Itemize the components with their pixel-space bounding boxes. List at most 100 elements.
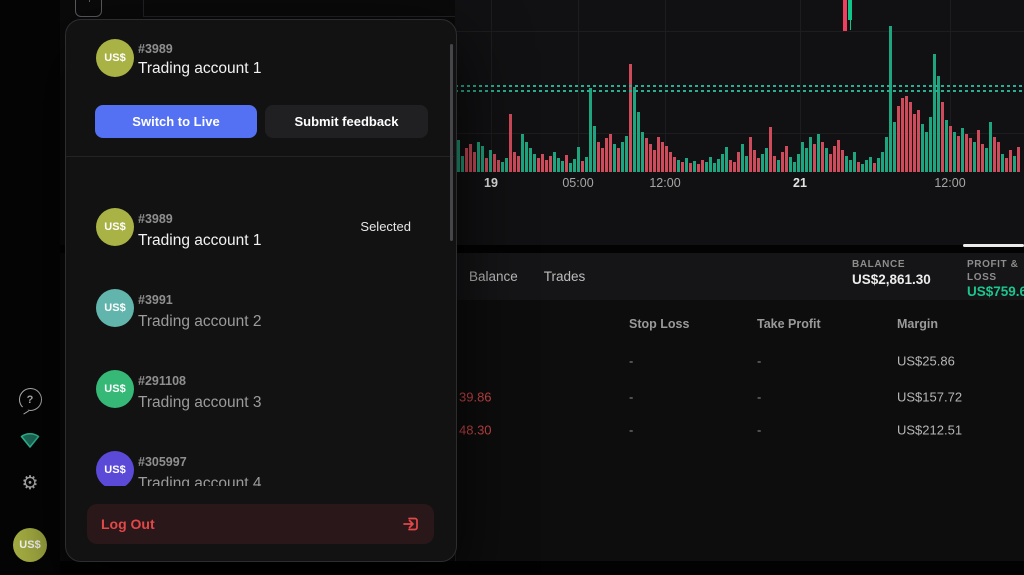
volume-bar (773, 156, 776, 172)
volume-bar (977, 130, 980, 172)
volume-bar (561, 161, 564, 172)
profit-loss-label: PROFIT & LOSS (967, 259, 1024, 284)
volume-bar (461, 156, 464, 172)
volume-bar (685, 158, 688, 172)
table-cell: - (757, 423, 761, 438)
account-avatar: US$ (96, 39, 134, 77)
footer-bar (0, 561, 1024, 575)
volume-bar (945, 120, 948, 172)
volume-bar (833, 146, 836, 172)
volume-bar (749, 137, 752, 172)
volume-bar (609, 134, 612, 172)
volume-bar (493, 154, 496, 172)
price-dotted-line (455, 90, 1024, 92)
price-dotted-line (455, 85, 1024, 87)
volume-bar (513, 152, 516, 172)
volume-bar (701, 160, 704, 172)
table-cell: US$212.51 (897, 423, 962, 438)
volume-bar (733, 162, 736, 172)
account-list-item[interactable]: US$#291108Trading account 3 (66, 349, 454, 430)
volume-bar (1009, 150, 1012, 172)
selected-badge: Selected (360, 219, 411, 234)
volume-bar (633, 87, 636, 172)
settings-icon[interactable]: ⚙ (0, 474, 60, 493)
tab-balance[interactable]: Balance (469, 269, 518, 284)
profit-loss-summary: PROFIT & LOSS US$759.6 (967, 259, 1024, 301)
volume-bar (941, 102, 944, 172)
switch-to-live-button[interactable]: Switch to Live (95, 105, 257, 138)
list-scrollbar[interactable] (450, 44, 453, 241)
column-take-profit: Take Profit (757, 317, 821, 331)
volume-bar (917, 110, 920, 172)
table-cell: - (757, 390, 761, 405)
volume-bar (777, 160, 780, 172)
account-name: Trading account 1 (138, 229, 262, 252)
volume-bar (909, 102, 912, 172)
tab-trades[interactable]: Trades (544, 269, 586, 284)
volume-bar (949, 126, 952, 172)
volume-bar (541, 154, 544, 172)
volume-bar (953, 132, 956, 172)
volume-bar (677, 160, 680, 172)
volume-bar (457, 140, 460, 172)
table-cell: 48.30 (459, 423, 492, 438)
candlestick (843, 0, 847, 31)
active-section-indicator (963, 244, 1024, 247)
volume-bar (769, 127, 772, 172)
account-list-item[interactable]: US$#3989Trading account 1Selected (66, 187, 454, 268)
account-list-item[interactable]: US$#3991Trading account 2 (66, 268, 454, 349)
volume-bar (761, 154, 764, 172)
volume-bar (585, 157, 588, 172)
volume-bar (865, 160, 868, 172)
volume-bar (981, 144, 984, 172)
volume-bar (665, 146, 668, 172)
volume-bar (533, 154, 536, 172)
toolbar-divider (143, 0, 144, 16)
submit-feedback-button[interactable]: Submit feedback (265, 105, 428, 138)
volume-bar (805, 148, 808, 172)
volume-bar (997, 142, 1000, 172)
volume-bar (549, 156, 552, 172)
volume-bar (877, 158, 880, 172)
volume-bar (693, 161, 696, 172)
price-volume-chart[interactable]: 1905:0012:002112:00 (455, 0, 1024, 245)
volume-bar (589, 88, 592, 172)
account-text: #291108Trading account 3 (138, 372, 262, 414)
volume-bar (965, 134, 968, 172)
profit-loss-value: US$759.6 (967, 284, 1024, 301)
volume-bar (593, 126, 596, 172)
currency-avatar[interactable]: US$ (0, 528, 60, 562)
volume-bar (721, 154, 724, 172)
volume-bar (717, 159, 720, 172)
volume-bar (873, 163, 876, 172)
volume-bar (845, 156, 848, 172)
account-list[interactable]: US$#3989Trading account 1SelectedUS$#399… (66, 170, 454, 486)
volume-bar (469, 144, 472, 172)
account-avatar: US$ (96, 451, 134, 486)
volume-bar (921, 124, 924, 172)
logout-button[interactable]: Log Out (87, 504, 434, 544)
volume-bar (1001, 154, 1004, 172)
bookmark-layout-icon[interactable] (75, 0, 102, 17)
account-text: #305997Trading account 4 (138, 453, 262, 486)
volume-bar (657, 137, 660, 172)
volume-bar (497, 160, 500, 172)
volume-bar (501, 162, 504, 172)
volume-bar (1017, 147, 1020, 172)
volume-bar (605, 138, 608, 172)
time-axis-label: 21 (793, 176, 807, 190)
volume-bar (545, 160, 548, 172)
volume-bar (929, 117, 932, 172)
connection-status-icon[interactable] (0, 428, 60, 450)
panel-divider (66, 156, 454, 157)
volume-bar (889, 26, 892, 172)
volume-bar (825, 148, 828, 172)
volume-bar (505, 158, 508, 172)
table-cell: - (629, 390, 633, 405)
help-icon[interactable]: ? (0, 388, 60, 411)
account-avatar: US$ (96, 370, 134, 408)
account-list-item[interactable]: US$#305997Trading account 4 (66, 430, 454, 486)
volume-bar (565, 155, 568, 172)
volume-bar (741, 144, 744, 172)
volume-bar (625, 136, 628, 172)
